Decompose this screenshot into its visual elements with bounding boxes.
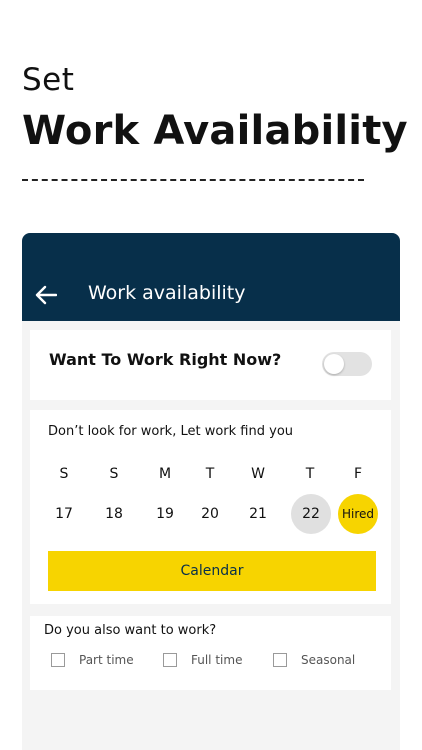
date-cell[interactable]: 18 <box>94 494 134 534</box>
option-part-time[interactable]: Part time <box>51 651 134 669</box>
schedule-card: Don’t look for work, Let work find you S… <box>30 410 391 604</box>
app-bar-title: Work availability <box>88 282 246 304</box>
back-button[interactable] <box>32 281 60 309</box>
option-label: Full time <box>191 653 243 667</box>
date-cell[interactable]: 20 <box>190 494 230 534</box>
toggle-knob <box>324 354 344 374</box>
option-label: Part time <box>79 653 134 667</box>
weekday-label: F <box>353 466 363 482</box>
option-seasonal[interactable]: Seasonal <box>273 651 355 669</box>
checkbox-icon[interactable] <box>273 653 287 667</box>
promo-divider <box>22 179 364 181</box>
option-label: Seasonal <box>301 653 356 667</box>
calendar-button[interactable]: Calendar <box>48 551 376 591</box>
also-work-card: Do you also want to work? Part time Full… <box>30 616 391 690</box>
checkbox-icon[interactable] <box>163 653 177 667</box>
weekday-label: T <box>305 466 315 482</box>
promo-heading-set: Set <box>22 62 75 98</box>
date-cell[interactable]: 21 <box>238 494 278 534</box>
weekday-label: W <box>251 466 265 482</box>
promo-heading-title: Work Availability <box>22 108 408 154</box>
work-now-card: Want To Work Right Now? <box>30 330 391 400</box>
arrow-left-icon <box>35 285 57 305</box>
work-now-toggle[interactable] <box>322 352 372 376</box>
date-cell[interactable]: 17 <box>44 494 84 534</box>
date-cell-hired[interactable]: Hired <box>338 494 378 534</box>
weekday-header: S S M T W T F <box>30 466 391 484</box>
work-now-label: Want To Work Right Now? <box>49 350 282 369</box>
date-row: 17 18 19 20 21 22 Hired <box>30 494 391 534</box>
weekday-label: S <box>109 466 119 482</box>
weekday-label: T <box>205 466 215 482</box>
option-full-time[interactable]: Full time <box>163 651 242 669</box>
schedule-label: Don’t look for work, Let work find you <box>48 424 294 439</box>
also-work-label: Do you also want to work? <box>44 623 217 638</box>
weekday-label: S <box>59 466 69 482</box>
date-cell[interactable]: 19 <box>145 494 185 534</box>
date-cell-today[interactable]: 22 <box>291 494 331 534</box>
weekday-label: M <box>158 466 172 482</box>
phone-screen: Work availability Want To Work Right Now… <box>22 233 400 750</box>
checkbox-icon[interactable] <box>51 653 65 667</box>
app-bar: Work availability <box>22 233 400 321</box>
